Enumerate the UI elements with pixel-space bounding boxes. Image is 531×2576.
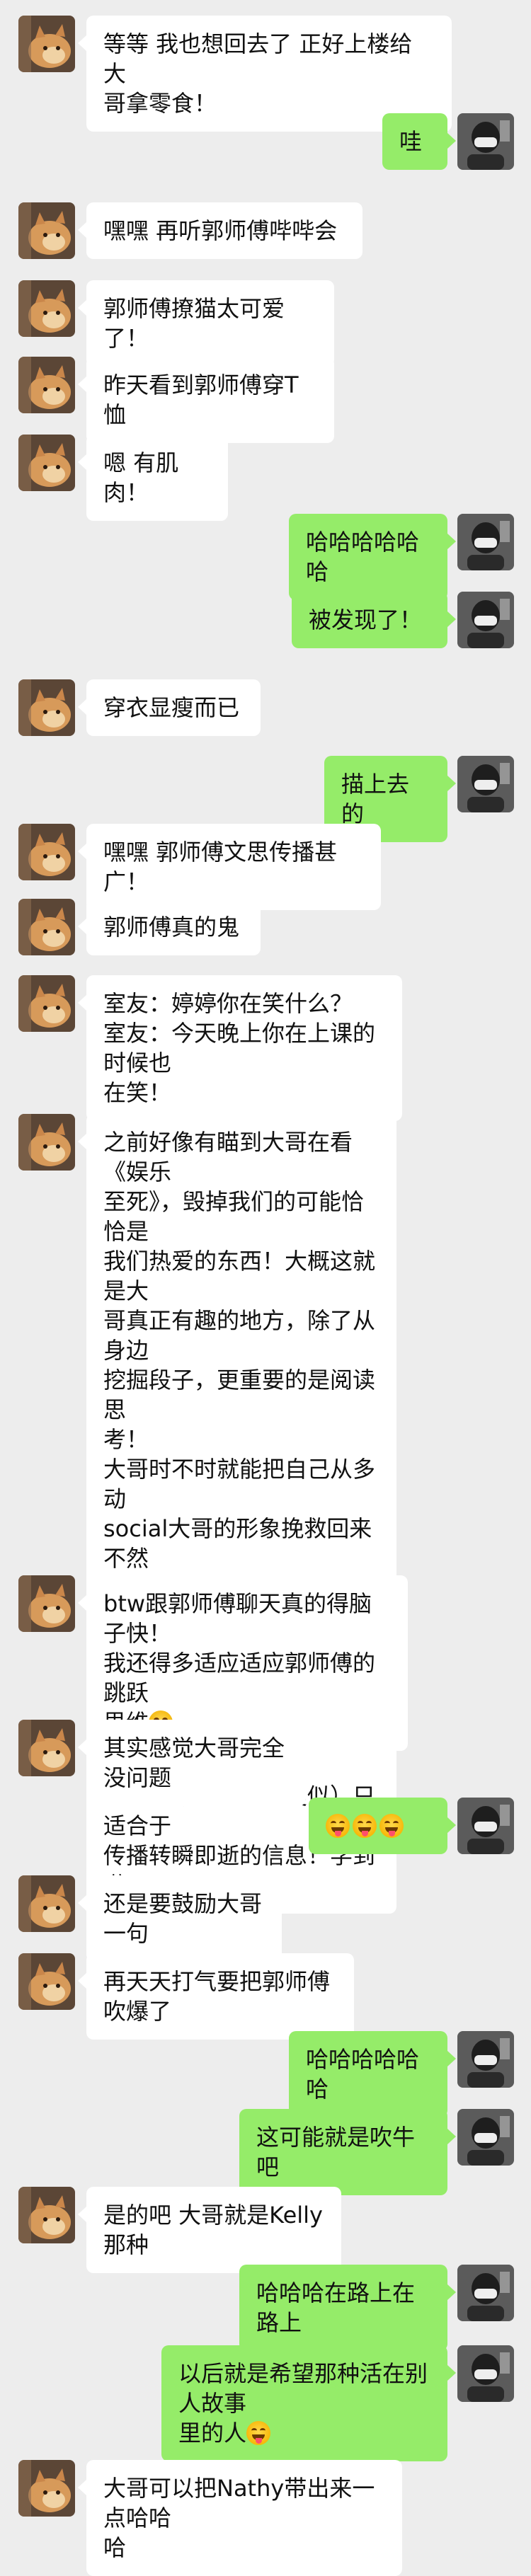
- message-text: 昨天看到郭师傅穿T恤: [103, 372, 299, 428]
- message-bubble[interactable]: 郭师傅真的鬼: [78, 899, 261, 955]
- message-text: 哇: [399, 128, 423, 155]
- cat-avatar[interactable]: [18, 899, 75, 955]
- message-bubble[interactable]: 哇: [382, 113, 456, 170]
- message-bubble[interactable]: 再天天打气要把郭师傅吹爆了: [78, 1953, 354, 2040]
- message-text: 等等 我也想回去了 正好上楼给大 哥拿零食！: [103, 30, 413, 117]
- message-bubble[interactable]: 以后就是希望那种活在别人故事 里的人: [161, 2345, 456, 2461]
- message-bubble[interactable]: 哈哈哈在路上在路上: [239, 2265, 456, 2351]
- cat-avatar[interactable]: [18, 16, 75, 72]
- cat-avatar[interactable]: [18, 280, 75, 337]
- message-text: 哈哈哈哈哈哈: [306, 529, 420, 585]
- cat-avatar[interactable]: [18, 2460, 75, 2517]
- message-text: 再天天打气要把郭师傅吹爆了: [103, 1968, 331, 2025]
- cat-avatar[interactable]: [18, 1875, 75, 1932]
- person-avatar[interactable]: [457, 1798, 514, 1854]
- chat-thread: 等等 我也想回去了 正好上楼给大 哥拿零食！ 哇 嘿嘿 再听郭师傅哔哔会 郭师傅…: [0, 0, 531, 2576]
- person-avatar[interactable]: [457, 756, 514, 812]
- message-bubble[interactable]: [309, 1798, 456, 1854]
- message-bubble[interactable]: 穿衣显瘦而已: [78, 679, 261, 736]
- cat-avatar[interactable]: [18, 679, 75, 736]
- message-text: 郭师傅撩猫太可爱了！: [103, 295, 285, 352]
- message-text: btw跟郭师傅聊天真的得脑子快！ 我还得多适应适应郭师傅的跳跃 思维: [103, 1590, 376, 1736]
- cat-avatar[interactable]: [18, 2187, 75, 2243]
- message-bubble[interactable]: 嗯 有肌肉！: [78, 435, 228, 521]
- person-avatar[interactable]: [457, 113, 514, 170]
- message-bubble[interactable]: 哈哈哈哈哈哈: [289, 514, 456, 600]
- message-text: 哈哈哈哈哈哈: [306, 2046, 420, 2103]
- person-avatar[interactable]: [457, 592, 514, 648]
- message-bubble[interactable]: 室友：婷婷你在笑什么？ 室友：今天晚上你在上课的时候也 在笑！: [78, 975, 402, 1121]
- message-bubble[interactable]: 昨天看到郭师傅穿T恤: [78, 357, 334, 443]
- message-text: 被发现了！: [309, 606, 423, 633]
- person-avatar[interactable]: [457, 2345, 514, 2402]
- tongue-face-emoji: [326, 1814, 350, 1838]
- cat-avatar[interactable]: [18, 435, 75, 491]
- message-bubble[interactable]: 这可能就是吹牛吧: [239, 2109, 456, 2195]
- message-bubble[interactable]: 还是要鼓励大哥一句: [78, 1875, 282, 1962]
- person-avatar[interactable]: [457, 514, 514, 570]
- cat-avatar[interactable]: [18, 1720, 75, 1776]
- message-bubble[interactable]: 嘿嘿 郭师傅文思传播甚广！: [78, 824, 381, 910]
- message-text: 室友：婷婷你在笑什么？ 室友：今天晚上你在上课的时候也 在笑！: [103, 990, 376, 1106]
- tongue-face-emoji: [353, 1814, 377, 1838]
- cat-avatar[interactable]: [18, 975, 75, 1032]
- message-text: 嗯 有肌肉！: [103, 449, 179, 506]
- message-text: 还是要鼓励大哥一句: [103, 1890, 263, 1947]
- message-text: 嘿嘿 郭师傅文思传播甚广！: [103, 839, 338, 895]
- cat-avatar[interactable]: [18, 1575, 75, 1632]
- message-text: 嘿嘿 再听郭师傅哔哔会: [103, 217, 338, 244]
- message-bubble[interactable]: 嘿嘿 再听郭师傅哔哔会: [78, 202, 362, 259]
- message-text: 郭师傅真的鬼: [103, 914, 240, 941]
- cat-avatar[interactable]: [18, 824, 75, 880]
- cat-avatar[interactable]: [18, 202, 75, 259]
- message-bubble[interactable]: 其实感觉大哥完全没问题: [78, 1720, 306, 1806]
- message-bubble[interactable]: 被发现了！: [292, 592, 456, 648]
- message-text: 这可能就是吹牛吧: [256, 2124, 416, 2180]
- message-bubble[interactable]: 是的吧 大哥就是Kelly那种: [78, 2187, 341, 2273]
- cat-avatar[interactable]: [18, 357, 75, 413]
- message-text: 描上去的: [341, 771, 410, 827]
- message-text: 是的吧 大哥就是Kelly那种: [103, 2202, 323, 2258]
- person-avatar[interactable]: [457, 2265, 514, 2321]
- tongue-face-emoji: [379, 1814, 404, 1838]
- person-avatar[interactable]: [457, 2031, 514, 2088]
- message-text: 以后就是希望那种活在别人故事 里的人: [178, 2360, 428, 2446]
- message-text: 哈哈哈在路上在路上: [256, 2279, 416, 2336]
- message-text: 穿衣显瘦而已: [103, 694, 240, 721]
- message-text: 大哥可以把Nathy带出来一点哈哈 哈: [103, 2475, 375, 2561]
- message-bubble[interactable]: 郭师傅撩猫太可爱了！: [78, 280, 334, 367]
- person-avatar[interactable]: [457, 2109, 514, 2166]
- message-bubble[interactable]: 大哥可以把Nathy带出来一点哈哈 哈: [78, 2460, 402, 2576]
- message-text: 其实感觉大哥完全没问题: [103, 1735, 285, 1791]
- cat-avatar[interactable]: [18, 1114, 75, 1171]
- message-bubble[interactable]: 哈哈哈哈哈哈: [289, 2031, 456, 2117]
- tongue-face-emoji: [246, 2421, 271, 2445]
- cat-avatar[interactable]: [18, 1953, 75, 2010]
